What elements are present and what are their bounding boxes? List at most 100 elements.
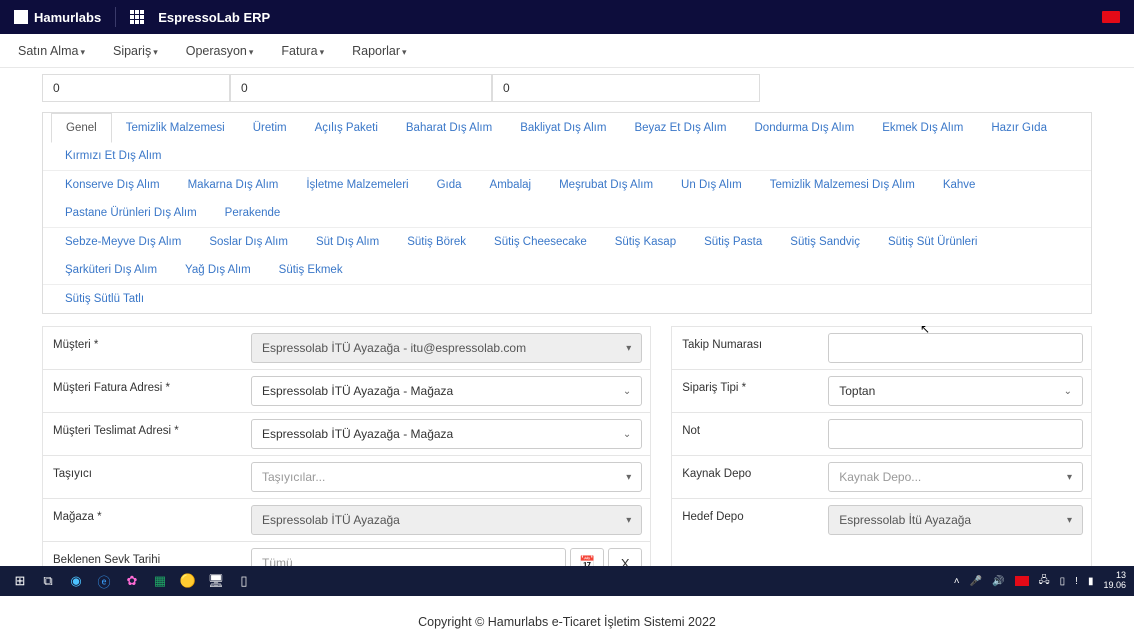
tab-item[interactable]: Ekmek Dış Alım [868, 114, 977, 142]
tab-item[interactable]: Üretim [239, 114, 301, 142]
select-teslimat-adresi[interactable]: Espressolab İTÜ Ayazağa - Mağaza⌄ [251, 419, 642, 449]
chevron-down-icon: ▾ [626, 343, 631, 354]
menu-satin-alma[interactable]: Satın Alma▾ [18, 44, 85, 58]
tab-item[interactable]: Konserve Dış Alım [51, 171, 174, 199]
tray-icon[interactable]: ! [1075, 576, 1078, 587]
label-musteri: Müşteri * [43, 327, 243, 369]
tray-up-icon[interactable]: ˄ [954, 576, 960, 587]
tab-item[interactable]: Un Dış Alım [667, 171, 756, 199]
tab-item[interactable]: İşletme Malzemeleri [292, 171, 422, 199]
tab-item[interactable]: Açılış Paketi [301, 114, 392, 142]
start-button[interactable]: ⊞ [6, 569, 34, 593]
tab-item[interactable]: Sütiş Ekmek [265, 256, 357, 284]
select-magaza[interactable]: Espressolab İTÜ Ayazağa▾ [251, 505, 642, 535]
label-not: Not [672, 413, 820, 455]
tab-item[interactable]: Sütiş Sütlü Tatlı [51, 285, 158, 313]
ie-icon[interactable]: ⓔ [90, 569, 118, 593]
menubar: Satın Alma▾ Sipariş▾ Operasyon▾ Fatura▾ … [0, 34, 1134, 68]
form-left: Müşteri * Espressolab İTÜ Ayazağa - itu@… [42, 326, 651, 585]
number-boxes: 0 0 0 [42, 74, 1092, 102]
tab-item[interactable]: Sütiş Süt Ürünleri [874, 228, 991, 256]
tab-item[interactable]: Pastane Ürünleri Dış Alım [51, 199, 211, 227]
tab-item[interactable]: Süt Dış Alım [302, 228, 393, 256]
menu-operasyon[interactable]: Operasyon▾ [186, 44, 254, 58]
num-box-3[interactable]: 0 [492, 74, 760, 102]
select-musteri[interactable]: Espressolab İTÜ Ayazağa - itu@espressola… [251, 333, 642, 363]
tab-item[interactable]: Şarküteri Dış Alım [51, 256, 171, 284]
num-box-1[interactable]: 0 [42, 74, 230, 102]
task-view-icon[interactable]: ⧉ [34, 569, 62, 593]
mic-icon[interactable]: 🎤 [970, 576, 982, 587]
category-tabs: Genel Temizlik Malzemesi Üretim Açılış P… [42, 112, 1092, 314]
brand1-text: Hamurlabs [34, 10, 101, 25]
chrome-icon[interactable]: 🟡 [174, 569, 202, 593]
tab-item[interactable]: Dondurma Dış Alım [741, 114, 869, 142]
tray-icon[interactable]: ▮ [1088, 576, 1094, 587]
label-tasiyici: Taşıyıcı [43, 456, 243, 498]
chevron-down-icon: ▾ [1067, 472, 1072, 483]
tab-item[interactable]: Kırmızı Et Dış Alım [51, 142, 175, 170]
flag-turkey-icon[interactable] [1102, 11, 1120, 23]
select-fatura-adresi[interactable]: Espressolab İTÜ Ayazağa - Mağaza⌄ [251, 376, 642, 406]
tab-item[interactable]: Sebze-Meyve Dış Alım [51, 228, 195, 256]
chevron-down-icon: ⌄ [623, 429, 631, 440]
tab-item[interactable]: Sütiş Sandviç [776, 228, 874, 256]
tab-item[interactable]: Sütiş Pasta [690, 228, 776, 256]
label-kaynak-depo: Kaynak Depo [672, 456, 820, 498]
tab-item[interactable]: Yağ Dış Alım [171, 256, 265, 284]
chevron-down-icon: ⌄ [1064, 386, 1072, 397]
topbar: Hamurlabs EspressoLab ERP [0, 0, 1134, 34]
brand-espressolab[interactable]: EspressoLab ERP [130, 10, 270, 25]
tab-item[interactable]: Meşrubat Dış Alım [545, 171, 667, 199]
edge-icon[interactable]: ◉ [62, 569, 90, 593]
tab-item[interactable]: Kahve [929, 171, 990, 199]
brand-hamurlabs[interactable]: Hamurlabs [14, 10, 101, 25]
label-takip-no: Takip Numarası [672, 327, 820, 369]
tab-item[interactable]: Sütiş Cheesecake [480, 228, 601, 256]
separator [115, 7, 116, 27]
tab-item[interactable]: Sütiş Kasap [601, 228, 690, 256]
excel-icon[interactable]: ▦ [146, 569, 174, 593]
label-siparis-tipi: Sipariş Tipi * [672, 370, 820, 412]
input-takip-no[interactable] [828, 333, 1083, 363]
tab-item[interactable]: Sütiş Börek [393, 228, 480, 256]
num-box-2[interactable]: 0 [230, 74, 492, 102]
tab-item[interactable]: Beyaz Et Dış Alım [620, 114, 740, 142]
battery-icon[interactable]: ▯ [1060, 576, 1066, 587]
menu-siparis[interactable]: Sipariş▾ [113, 44, 158, 58]
system-tray[interactable]: ˄ 🎤 🔊 🖧 ▯ ! ▮ 13 19.06 [954, 571, 1128, 591]
input-not[interactable] [828, 419, 1083, 449]
tab-item[interactable]: Hazır Gıda [977, 114, 1061, 142]
form-right: Takip Numarası Sipariş Tipi * Toptan⌄ No… [671, 326, 1092, 585]
label-teslimat-adresi: Müşteri Teslimat Adresi * [43, 413, 243, 455]
label-fatura-adresi: Müşteri Fatura Adresi * [43, 370, 243, 412]
tab-item[interactable]: Soslar Dış Alım [195, 228, 302, 256]
notepad-icon[interactable]: ▯ [230, 569, 258, 593]
clock[interactable]: 13 19.06 [1103, 571, 1126, 591]
tab-genel[interactable]: Genel [51, 113, 112, 143]
menu-raporlar[interactable]: Raporlar▾ [352, 44, 406, 58]
select-kaynak-depo[interactable]: Kaynak Depo...▾ [828, 462, 1083, 492]
tab-item[interactable]: Bakliyat Dış Alım [506, 114, 620, 142]
logo-icon [14, 10, 28, 24]
menu-fatura[interactable]: Fatura▾ [281, 44, 324, 58]
tab-item[interactable]: Gıda [423, 171, 476, 199]
brand2-text: EspressoLab ERP [158, 10, 270, 25]
tab-item[interactable]: Baharat Dış Alım [392, 114, 506, 142]
apps-grid-icon [130, 10, 144, 24]
chevron-down-icon: ⌄ [623, 386, 631, 397]
select-tasiyici[interactable]: Taşıyıcılar...▾ [251, 462, 642, 492]
tab-item[interactable]: Ambalaj [476, 171, 546, 199]
select-siparis-tipi[interactable]: Toptan⌄ [828, 376, 1083, 406]
network-icon[interactable]: 🖧 [1039, 573, 1050, 590]
tab-item[interactable]: Temizlik Malzemesi Dış Alım [756, 171, 929, 199]
tab-item[interactable]: Temizlik Malzemesi [112, 114, 239, 142]
app-icon[interactable]: ✿ [118, 569, 146, 593]
label-hedef-depo: Hedef Depo [672, 499, 820, 541]
tab-item[interactable]: Makarna Dış Alım [174, 171, 293, 199]
volume-icon[interactable]: 🔊 [992, 576, 1004, 587]
tab-item[interactable]: Perakende [211, 199, 295, 227]
select-hedef-depo[interactable]: Espressolab İtü Ayazağa▾ [828, 505, 1083, 535]
app2-icon[interactable]: 🖥 [202, 569, 230, 593]
tray-flag-icon[interactable] [1015, 576, 1029, 586]
